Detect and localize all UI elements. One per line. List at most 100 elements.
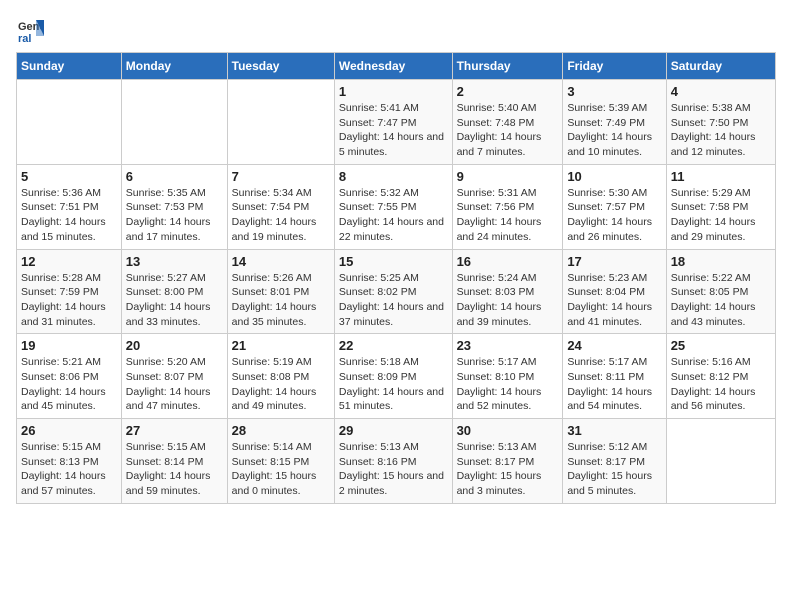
cell-day-number: 3 xyxy=(567,84,661,99)
cell-day-number: 29 xyxy=(339,423,448,438)
cell-info: Sunrise: 5:30 AMSunset: 7:57 PMDaylight:… xyxy=(567,186,661,245)
cell-info: Sunrise: 5:13 AMSunset: 8:16 PMDaylight:… xyxy=(339,440,448,499)
cell-day-number: 12 xyxy=(21,254,117,269)
cell-day-number: 23 xyxy=(457,338,559,353)
cell-info: Sunrise: 5:38 AMSunset: 7:50 PMDaylight:… xyxy=(671,101,771,160)
cell-info: Sunrise: 5:17 AMSunset: 8:11 PMDaylight:… xyxy=(567,355,661,414)
cell-info: Sunrise: 5:14 AMSunset: 8:15 PMDaylight:… xyxy=(232,440,330,499)
cell-info: Sunrise: 5:25 AMSunset: 8:02 PMDaylight:… xyxy=(339,271,448,330)
cell-day-number: 11 xyxy=(671,169,771,184)
calendar-week-4: 19 Sunrise: 5:21 AMSunset: 8:06 PMDayligh… xyxy=(17,334,776,419)
calendar-cell: 11Sunrise: 5:29 AMSunset: 7:58 PMDayligh… xyxy=(666,164,775,249)
cell-info: Sunrise: 5:27 AMSunset: 8:00 PMDaylight:… xyxy=(126,271,223,330)
cell-info: Sunrise: 5:15 AMSunset: 8:13 PMDaylight:… xyxy=(21,440,117,499)
cell-day-number: 19 xyxy=(21,338,117,353)
calendar-cell: 23 Sunrise: 5:17 AMSunset: 8:10 PMDayligh… xyxy=(452,334,563,419)
calendar-cell: 24 Sunrise: 5:17 AMSunset: 8:11 PMDayligh… xyxy=(563,334,666,419)
cell-day-number: 25 xyxy=(671,338,771,353)
calendar-cell: 14 Sunrise: 5:26 AMSunset: 8:01 PMDayligh… xyxy=(227,249,334,334)
calendar-cell xyxy=(227,80,334,165)
calendar-week-2: 5Sunrise: 5:36 AMSunset: 7:51 PMDaylight… xyxy=(17,164,776,249)
cell-day-number: 13 xyxy=(126,254,223,269)
cell-day-number: 14 xyxy=(232,254,330,269)
cell-info: Sunrise: 5:41 AMSunset: 7:47 PMDaylight:… xyxy=(339,101,448,160)
cell-info: Sunrise: 5:24 AMSunset: 8:03 PMDaylight:… xyxy=(457,271,559,330)
day-of-week-sunday: Sunday xyxy=(17,53,122,80)
cell-info: Sunrise: 5:20 AMSunset: 8:07 PMDaylight:… xyxy=(126,355,223,414)
calendar-cell: 13 Sunrise: 5:27 AMSunset: 8:00 PMDayligh… xyxy=(121,249,227,334)
calendar-cell: 4 Sunrise: 5:38 AMSunset: 7:50 PMDaylight… xyxy=(666,80,775,165)
day-of-week-monday: Monday xyxy=(121,53,227,80)
cell-day-number: 6 xyxy=(126,169,223,184)
calendar-week-5: 26 Sunrise: 5:15 AMSunset: 8:13 PMDayligh… xyxy=(17,419,776,504)
day-of-week-thursday: Thursday xyxy=(452,53,563,80)
cell-day-number: 10 xyxy=(567,169,661,184)
calendar-cell: 17Sunrise: 5:23 AMSunset: 8:04 PMDayligh… xyxy=(563,249,666,334)
calendar-cell xyxy=(121,80,227,165)
calendar-cell: 6 Sunrise: 5:35 AMSunset: 7:53 PMDaylight… xyxy=(121,164,227,249)
cell-day-number: 2 xyxy=(457,84,559,99)
calendar-cell: 29 Sunrise: 5:13 AMSunset: 8:16 PMDayligh… xyxy=(334,419,452,504)
cell-info: Sunrise: 5:26 AMSunset: 8:01 PMDaylight:… xyxy=(232,271,330,330)
calendar-cell: 9 Sunrise: 5:31 AMSunset: 7:56 PMDaylight… xyxy=(452,164,563,249)
day-of-week-wednesday: Wednesday xyxy=(334,53,452,80)
calendar-cell: 2Sunrise: 5:40 AMSunset: 7:48 PMDaylight… xyxy=(452,80,563,165)
calendar-cell: 19 Sunrise: 5:21 AMSunset: 8:06 PMDayligh… xyxy=(17,334,122,419)
cell-info: Sunrise: 5:28 AMSunset: 7:59 PMDaylight:… xyxy=(21,271,117,330)
cell-day-number: 21 xyxy=(232,338,330,353)
calendar-cell: 31 Sunrise: 5:12 AMSunset: 8:17 PMDayligh… xyxy=(563,419,666,504)
calendar-cell: 20Sunrise: 5:20 AMSunset: 8:07 PMDayligh… xyxy=(121,334,227,419)
calendar-cell: 3 Sunrise: 5:39 AMSunset: 7:49 PMDaylight… xyxy=(563,80,666,165)
logo: Gene ral xyxy=(16,16,48,44)
cell-day-number: 15 xyxy=(339,254,448,269)
cell-day-number: 22 xyxy=(339,338,448,353)
logo-icon: Gene ral xyxy=(16,16,44,44)
cell-day-number: 8 xyxy=(339,169,448,184)
calendar-cell: 12 Sunrise: 5:28 AMSunset: 7:59 PMDayligh… xyxy=(17,249,122,334)
cell-info: Sunrise: 5:21 AMSunset: 8:06 PMDaylight:… xyxy=(21,355,117,414)
calendar-table: SundayMondayTuesdayWednesdayThursdayFrid… xyxy=(16,52,776,504)
day-of-week-friday: Friday xyxy=(563,53,666,80)
cell-day-number: 27 xyxy=(126,423,223,438)
cell-day-number: 30 xyxy=(457,423,559,438)
calendar-cell: 10 Sunrise: 5:30 AMSunset: 7:57 PMDayligh… xyxy=(563,164,666,249)
calendar-cell xyxy=(666,419,775,504)
cell-day-number: 26 xyxy=(21,423,117,438)
day-of-week-tuesday: Tuesday xyxy=(227,53,334,80)
cell-day-number: 18 xyxy=(671,254,771,269)
calendar-cell: 26 Sunrise: 5:15 AMSunset: 8:13 PMDayligh… xyxy=(17,419,122,504)
cell-day-number: 4 xyxy=(671,84,771,99)
cell-day-number: 9 xyxy=(457,169,559,184)
cell-info: Sunrise: 5:13 AMSunset: 8:17 PMDaylight:… xyxy=(457,440,559,499)
header: Gene ral xyxy=(16,16,776,44)
cell-day-number: 28 xyxy=(232,423,330,438)
day-of-week-saturday: Saturday xyxy=(666,53,775,80)
calendar-cell: 30 Sunrise: 5:13 AMSunset: 8:17 PMDayligh… xyxy=(452,419,563,504)
calendar-cell: 16 Sunrise: 5:24 AMSunset: 8:03 PMDayligh… xyxy=(452,249,563,334)
calendar-header-row: SundayMondayTuesdayWednesdayThursdayFrid… xyxy=(17,53,776,80)
calendar-cell: 8 Sunrise: 5:32 AMSunset: 7:55 PMDaylight… xyxy=(334,164,452,249)
cell-day-number: 5 xyxy=(21,169,117,184)
cell-info: Sunrise: 5:18 AMSunset: 8:09 PMDaylight:… xyxy=(339,355,448,414)
cell-info: Sunrise: 5:16 AMSunset: 8:12 PMDaylight:… xyxy=(671,355,771,414)
cell-info: Sunrise: 5:39 AMSunset: 7:49 PMDaylight:… xyxy=(567,101,661,160)
cell-info: Sunrise: 5:12 AMSunset: 8:17 PMDaylight:… xyxy=(567,440,661,499)
cell-day-number: 24 xyxy=(567,338,661,353)
cell-info: Sunrise: 5:22 AMSunset: 8:05 PMDaylight:… xyxy=(671,271,771,330)
cell-info: Sunrise: 5:31 AMSunset: 7:56 PMDaylight:… xyxy=(457,186,559,245)
calendar-cell: 18 Sunrise: 5:22 AMSunset: 8:05 PMDayligh… xyxy=(666,249,775,334)
calendar-cell: 7Sunrise: 5:34 AMSunset: 7:54 PMDaylight… xyxy=(227,164,334,249)
cell-info: Sunrise: 5:32 AMSunset: 7:55 PMDaylight:… xyxy=(339,186,448,245)
calendar-cell: 1 Sunrise: 5:41 AMSunset: 7:47 PMDaylight… xyxy=(334,80,452,165)
calendar-cell: 15 Sunrise: 5:25 AMSunset: 8:02 PMDayligh… xyxy=(334,249,452,334)
cell-day-number: 16 xyxy=(457,254,559,269)
cell-info: Sunrise: 5:17 AMSunset: 8:10 PMDaylight:… xyxy=(457,355,559,414)
calendar-week-3: 12 Sunrise: 5:28 AMSunset: 7:59 PMDayligh… xyxy=(17,249,776,334)
calendar-cell xyxy=(17,80,122,165)
cell-info: Sunrise: 5:35 AMSunset: 7:53 PMDaylight:… xyxy=(126,186,223,245)
svg-text:ral: ral xyxy=(18,33,31,44)
cell-info: Sunrise: 5:15 AMSunset: 8:14 PMDaylight:… xyxy=(126,440,223,499)
cell-day-number: 31 xyxy=(567,423,661,438)
calendar-cell: 28 Sunrise: 5:14 AMSunset: 8:15 PMDayligh… xyxy=(227,419,334,504)
cell-day-number: 1 xyxy=(339,84,448,99)
